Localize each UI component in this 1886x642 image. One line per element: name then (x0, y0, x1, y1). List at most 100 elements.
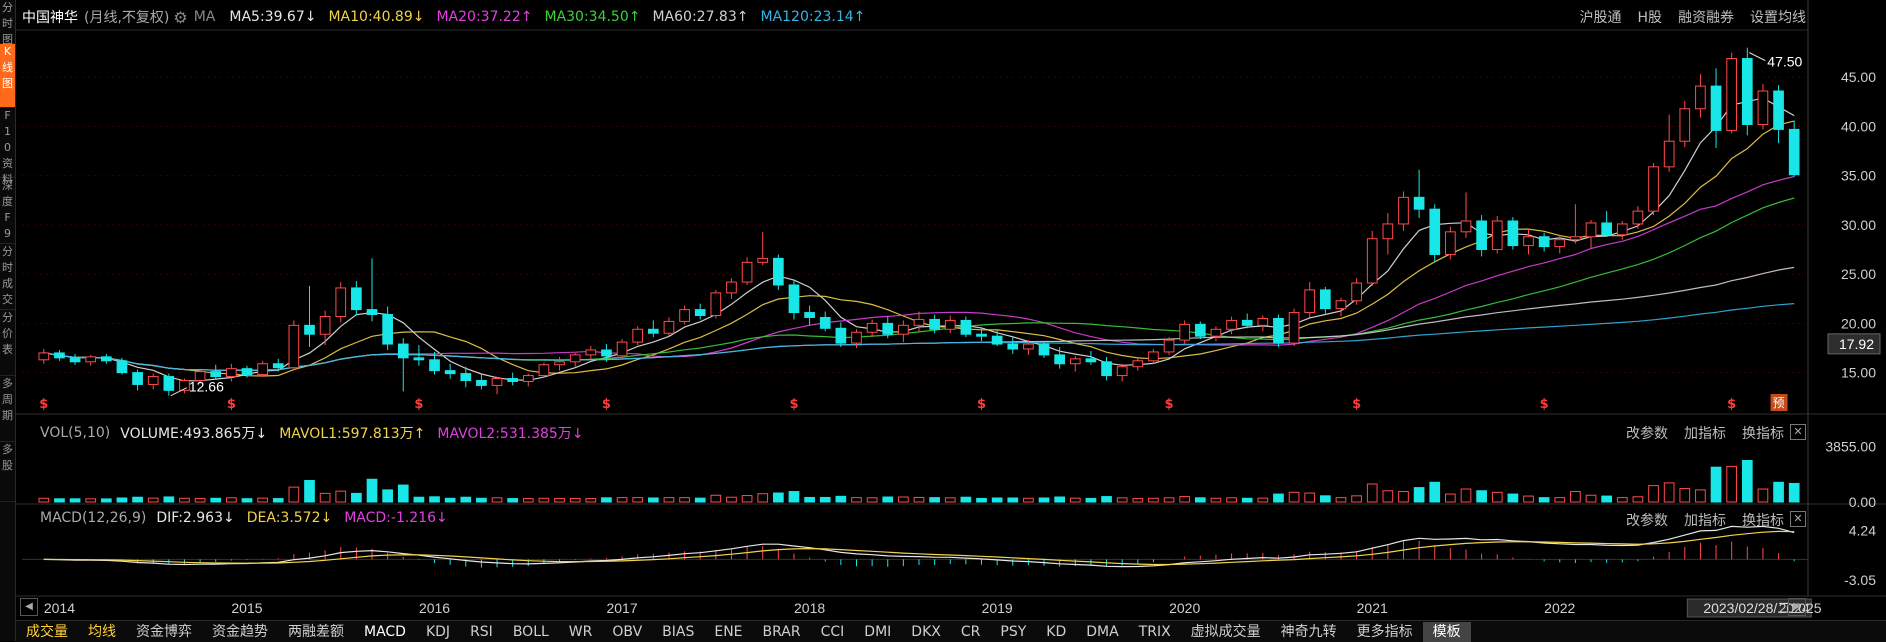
indicator-tab-20[interactable]: DMA (1076, 622, 1128, 642)
vol-link-0[interactable]: 改参数 (1626, 423, 1668, 443)
side-tab-7[interactable]: 多股 (0, 442, 15, 502)
indicator-tab-16[interactable]: DKX (901, 622, 951, 642)
indicator-tab-1[interactable]: 均线 (78, 622, 126, 642)
candle-body (913, 318, 925, 326)
candle-body (788, 284, 800, 314)
indicator-tab-2[interactable]: 资金博弈 (126, 622, 202, 642)
candle-body (1398, 196, 1409, 225)
indicator-tab-13[interactable]: BRAR (753, 622, 811, 642)
indicator-tab-14[interactable]: CCI (811, 622, 855, 642)
macd-close-icon[interactable]: ✕ (1790, 511, 1806, 527)
indicator-tab-12[interactable]: ENE (704, 622, 752, 642)
volume-bar (38, 497, 50, 503)
year-label: 2017 (606, 600, 637, 616)
macd-link-2[interactable]: 换指标 (1742, 510, 1784, 530)
indicator-tab-17[interactable]: CR (951, 622, 991, 642)
candle-body (382, 314, 393, 345)
volume-bar (1476, 490, 1487, 503)
gear-icon[interactable]: ⚙ (173, 8, 187, 27)
indicator-tab-25[interactable]: 模板 (1422, 621, 1471, 642)
indicator-tab-19[interactable]: KD (1036, 622, 1076, 642)
year-label: 2015 (231, 600, 262, 616)
candle-body (1148, 351, 1159, 362)
volume-bar (179, 497, 190, 503)
vol-close-icon[interactable]: ✕ (1790, 424, 1806, 440)
side-tab-strip: 分时图K线图F10资料深度F9分时成交分价表多周期多股 (0, 0, 16, 641)
indicator-tab-10[interactable]: OBV (602, 622, 652, 642)
volume-bar (444, 497, 456, 503)
vol-title[interactable]: VOL(5,10) (40, 425, 110, 441)
indicator-tab-9[interactable]: WR (559, 622, 603, 642)
volume-bar (663, 497, 675, 503)
dividend-marker: $ (227, 397, 236, 412)
volume-bar (1648, 485, 1659, 503)
indicator-tab-8[interactable]: BOLL (503, 622, 559, 642)
kline-chart[interactable]: 45.00 40.00 35.00 30.00 25.00 20.00 15.00 17.92… (16, 0, 1886, 641)
indicator-tab-15[interactable]: DMI (854, 622, 901, 642)
volume-bar (1382, 490, 1394, 503)
ma-value-0: MA5:39.67↓ (229, 9, 317, 25)
period-mode[interactable]: (月线,不复权) (84, 7, 169, 27)
side-tab-5[interactable]: 分价表 (0, 310, 15, 376)
header-link-2[interactable]: 融资融券 (1678, 7, 1734, 27)
volume-bar (1429, 481, 1441, 503)
volume-bar (866, 497, 878, 503)
indicator-tab-0[interactable]: 成交量 (16, 622, 78, 642)
header-link-1[interactable]: H股 (1637, 7, 1662, 27)
candle-body (429, 359, 440, 372)
year-label: 2018 (794, 600, 825, 616)
indicator-tab-11[interactable]: BIAS (652, 622, 704, 642)
candle-body (679, 309, 690, 322)
volume-bar (647, 497, 659, 503)
candle-body (163, 376, 175, 391)
indicator-tab-23[interactable]: 神奇九转 (1271, 622, 1347, 642)
scroll-left-icon[interactable]: ◀ (20, 598, 38, 616)
header-link-3[interactable]: 设置均线 (1750, 7, 1806, 27)
volume-bar (601, 497, 612, 503)
volume-bar (898, 496, 909, 503)
side-tab-0[interactable]: 分时图 (0, 0, 15, 46)
vol-value-0: VOLUME:493.865万↓ (120, 426, 268, 442)
indicator-tab-18[interactable]: PSY (990, 622, 1036, 642)
indicator-tab-3[interactable]: 资金趋势 (202, 622, 278, 642)
forecast-badge: 预 (1773, 396, 1785, 410)
volume-bar (882, 496, 894, 503)
indicator-tab-21[interactable]: TRIX (1129, 622, 1181, 642)
indicator-tab-7[interactable]: RSI (460, 622, 503, 642)
indicator-tab-6[interactable]: KDJ (416, 622, 460, 642)
side-tab-1[interactable]: K线图 (0, 44, 15, 108)
header-link-0[interactable]: 沪股通 (1579, 7, 1621, 27)
volume-bar (773, 492, 784, 503)
side-tab-2[interactable]: F10资料 (0, 108, 15, 186)
volume-bar (1148, 497, 1159, 503)
vol-link-2[interactable]: 换指标 (1742, 423, 1784, 443)
price-tick: 45.00 (1841, 69, 1876, 85)
dividend-marker: $ (789, 397, 798, 412)
volume-bar (210, 497, 222, 503)
indicator-tab-24[interactable]: 更多指标 (1347, 622, 1423, 642)
macd-link-1[interactable]: 加指标 (1684, 510, 1726, 530)
vol-link-1[interactable]: 加指标 (1684, 423, 1726, 443)
macd-link-0[interactable]: 改参数 (1626, 510, 1668, 530)
side-tab-4[interactable]: 分时成交 (0, 244, 15, 310)
candle-body (1476, 220, 1487, 251)
scroll-right-icon[interactable]: ▶ (1788, 598, 1806, 616)
macd-value-1: DEA:3.572↓ (246, 510, 333, 526)
indicator-tab-22[interactable]: 虚拟成交量 (1181, 622, 1271, 642)
volume-bar (351, 492, 362, 503)
candle-body (1257, 317, 1269, 326)
macd-title[interactable]: MACD(12,26,9) (40, 510, 146, 526)
chart-area: 45.00 40.00 35.00 30.00 25.00 20.00 15.00 17.92… (16, 0, 1886, 641)
volume-bar (366, 478, 378, 503)
indicator-tab-4[interactable]: 两融差额 (278, 622, 354, 642)
ma20-line (43, 175, 1795, 372)
volume-bar (476, 497, 487, 503)
indicator-tab-5[interactable]: MACD (354, 622, 416, 642)
side-tab-3[interactable]: 深度F9 (0, 178, 15, 244)
candle-body (1757, 90, 1769, 125)
high-label: 47.50 (1767, 54, 1802, 70)
candle-body (773, 257, 784, 286)
volume-bar (710, 494, 722, 503)
side-tab-6[interactable]: 多周期 (0, 376, 15, 442)
candle-body (1616, 223, 1628, 236)
